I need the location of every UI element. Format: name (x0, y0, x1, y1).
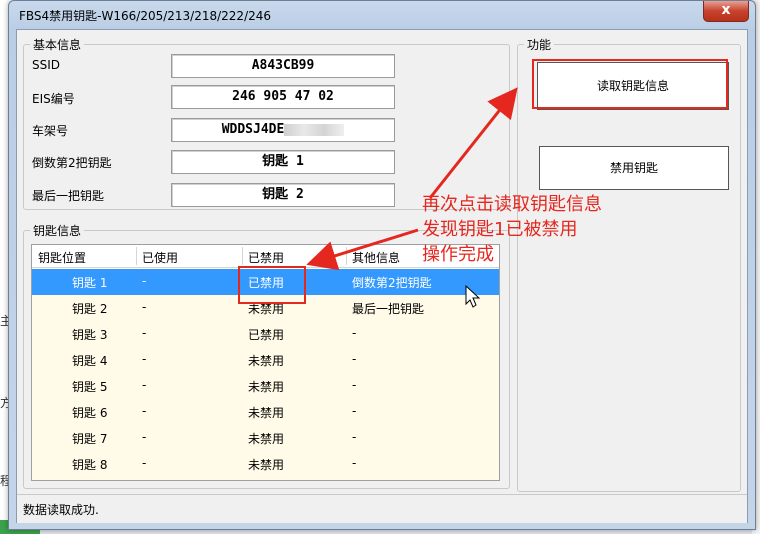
status-bar: 数据读取成功. (17, 494, 747, 523)
key-info-legend: 钥匙信息 (33, 224, 82, 238)
annotation-line: 再次点击读取钥匙信息 (422, 194, 602, 215)
cell-other: - (352, 430, 357, 444)
table-row[interactable]: 钥匙 3 - 已禁用 - (32, 321, 499, 347)
last-key-label: 最后一把钥匙 (32, 189, 105, 203)
cell-used: - (142, 456, 147, 470)
cell-position: 钥匙 1 (72, 276, 108, 290)
cell-position: 钥匙 4 (72, 354, 108, 368)
cell-position: 钥匙 5 (72, 380, 108, 394)
column-header-disabled[interactable]: 已禁用 (248, 249, 284, 266)
cell-used: - (142, 404, 147, 418)
cell-disabled: 未禁用 (248, 380, 285, 394)
cell-other: - (352, 378, 357, 392)
cell-other: - (352, 404, 357, 418)
cell-disabled: 未禁用 (248, 432, 285, 446)
eis-number-label: EIS编号 (32, 92, 75, 106)
cell-disabled: 未禁用 (248, 406, 285, 420)
cell-used: - (142, 352, 147, 366)
function-legend: 功能 (527, 38, 552, 52)
ssid-field[interactable]: A843CB99 (171, 54, 395, 78)
annotation-text: 再次点击读取钥匙信息 发现钥匙1已被禁用 操作完成 (422, 192, 602, 267)
cell-other: 倒数第2把钥匙 (352, 276, 432, 290)
table-row[interactable]: 钥匙 5 - 未禁用 - (32, 373, 499, 399)
cell-used: - (142, 300, 147, 314)
cell-other: - (352, 352, 357, 366)
cell-used: - (142, 326, 147, 340)
vin-label: 车架号 (32, 124, 69, 138)
cell-position: 钥匙 7 (72, 432, 108, 446)
cell-disabled: 未禁用 (248, 458, 285, 472)
cell-position: 钥匙 6 (72, 406, 108, 420)
redacted-blur (284, 123, 345, 136)
annotation-highlight-disabled-cell (238, 266, 306, 304)
second-last-key-field[interactable]: 钥匙 1 (171, 150, 395, 174)
cell-position: 钥匙 3 (72, 328, 108, 342)
column-header-position[interactable]: 钥匙位置 (38, 249, 86, 266)
close-button[interactable]: x (703, 1, 749, 22)
annotation-line: 操作完成 (422, 244, 494, 265)
table-row[interactable]: 钥匙 4 - 未禁用 - (32, 347, 499, 373)
close-icon: x (721, 2, 731, 18)
cell-used: - (142, 274, 147, 288)
cell-position: 钥匙 8 (72, 458, 108, 472)
title-bar[interactable]: FBS4禁用钥匙-W166/205/213/218/222/246 x (9, 1, 755, 29)
cell-used: - (142, 378, 147, 392)
cell-disabled: 未禁用 (248, 354, 285, 368)
column-header-other[interactable]: 其他信息 (352, 249, 400, 266)
annotation-highlight-read-button (532, 59, 728, 109)
cell-other: - (352, 456, 357, 470)
table-row[interactable]: 钥匙 6 - 未禁用 - (32, 399, 499, 425)
second-last-key-label: 倒数第2把钥匙 (32, 156, 112, 170)
ssid-label: SSID (32, 58, 61, 72)
cell-other: - (352, 326, 357, 340)
annotation-line: 发现钥匙1已被禁用 (422, 219, 578, 240)
column-separator (242, 247, 243, 265)
cell-used: - (142, 430, 147, 444)
vin-value: WDDSJ4DE (221, 122, 285, 137)
column-separator (136, 247, 137, 265)
vin-field[interactable]: WDDSJ4DE (171, 118, 395, 142)
cell-position: 钥匙 2 (72, 302, 108, 316)
cell-other: 最后一把钥匙 (352, 302, 425, 316)
status-text: 数据读取成功. (23, 503, 99, 517)
cell-disabled: 已禁用 (248, 328, 285, 342)
table-row[interactable]: 钥匙 8 - 未禁用 - (32, 451, 499, 477)
column-header-used[interactable]: 已使用 (142, 249, 178, 266)
column-separator (346, 247, 347, 265)
basic-info-legend: 基本信息 (33, 38, 82, 52)
last-key-field[interactable]: 钥匙 2 (171, 183, 395, 207)
window-title: FBS4禁用钥匙-W166/205/213/218/222/246 (19, 9, 272, 23)
eis-number-field[interactable]: 246 905 47 02 (171, 85, 395, 109)
table-row[interactable]: 钥匙 7 - 未禁用 - (32, 425, 499, 451)
disable-key-button[interactable]: 禁用钥匙 (539, 146, 729, 190)
